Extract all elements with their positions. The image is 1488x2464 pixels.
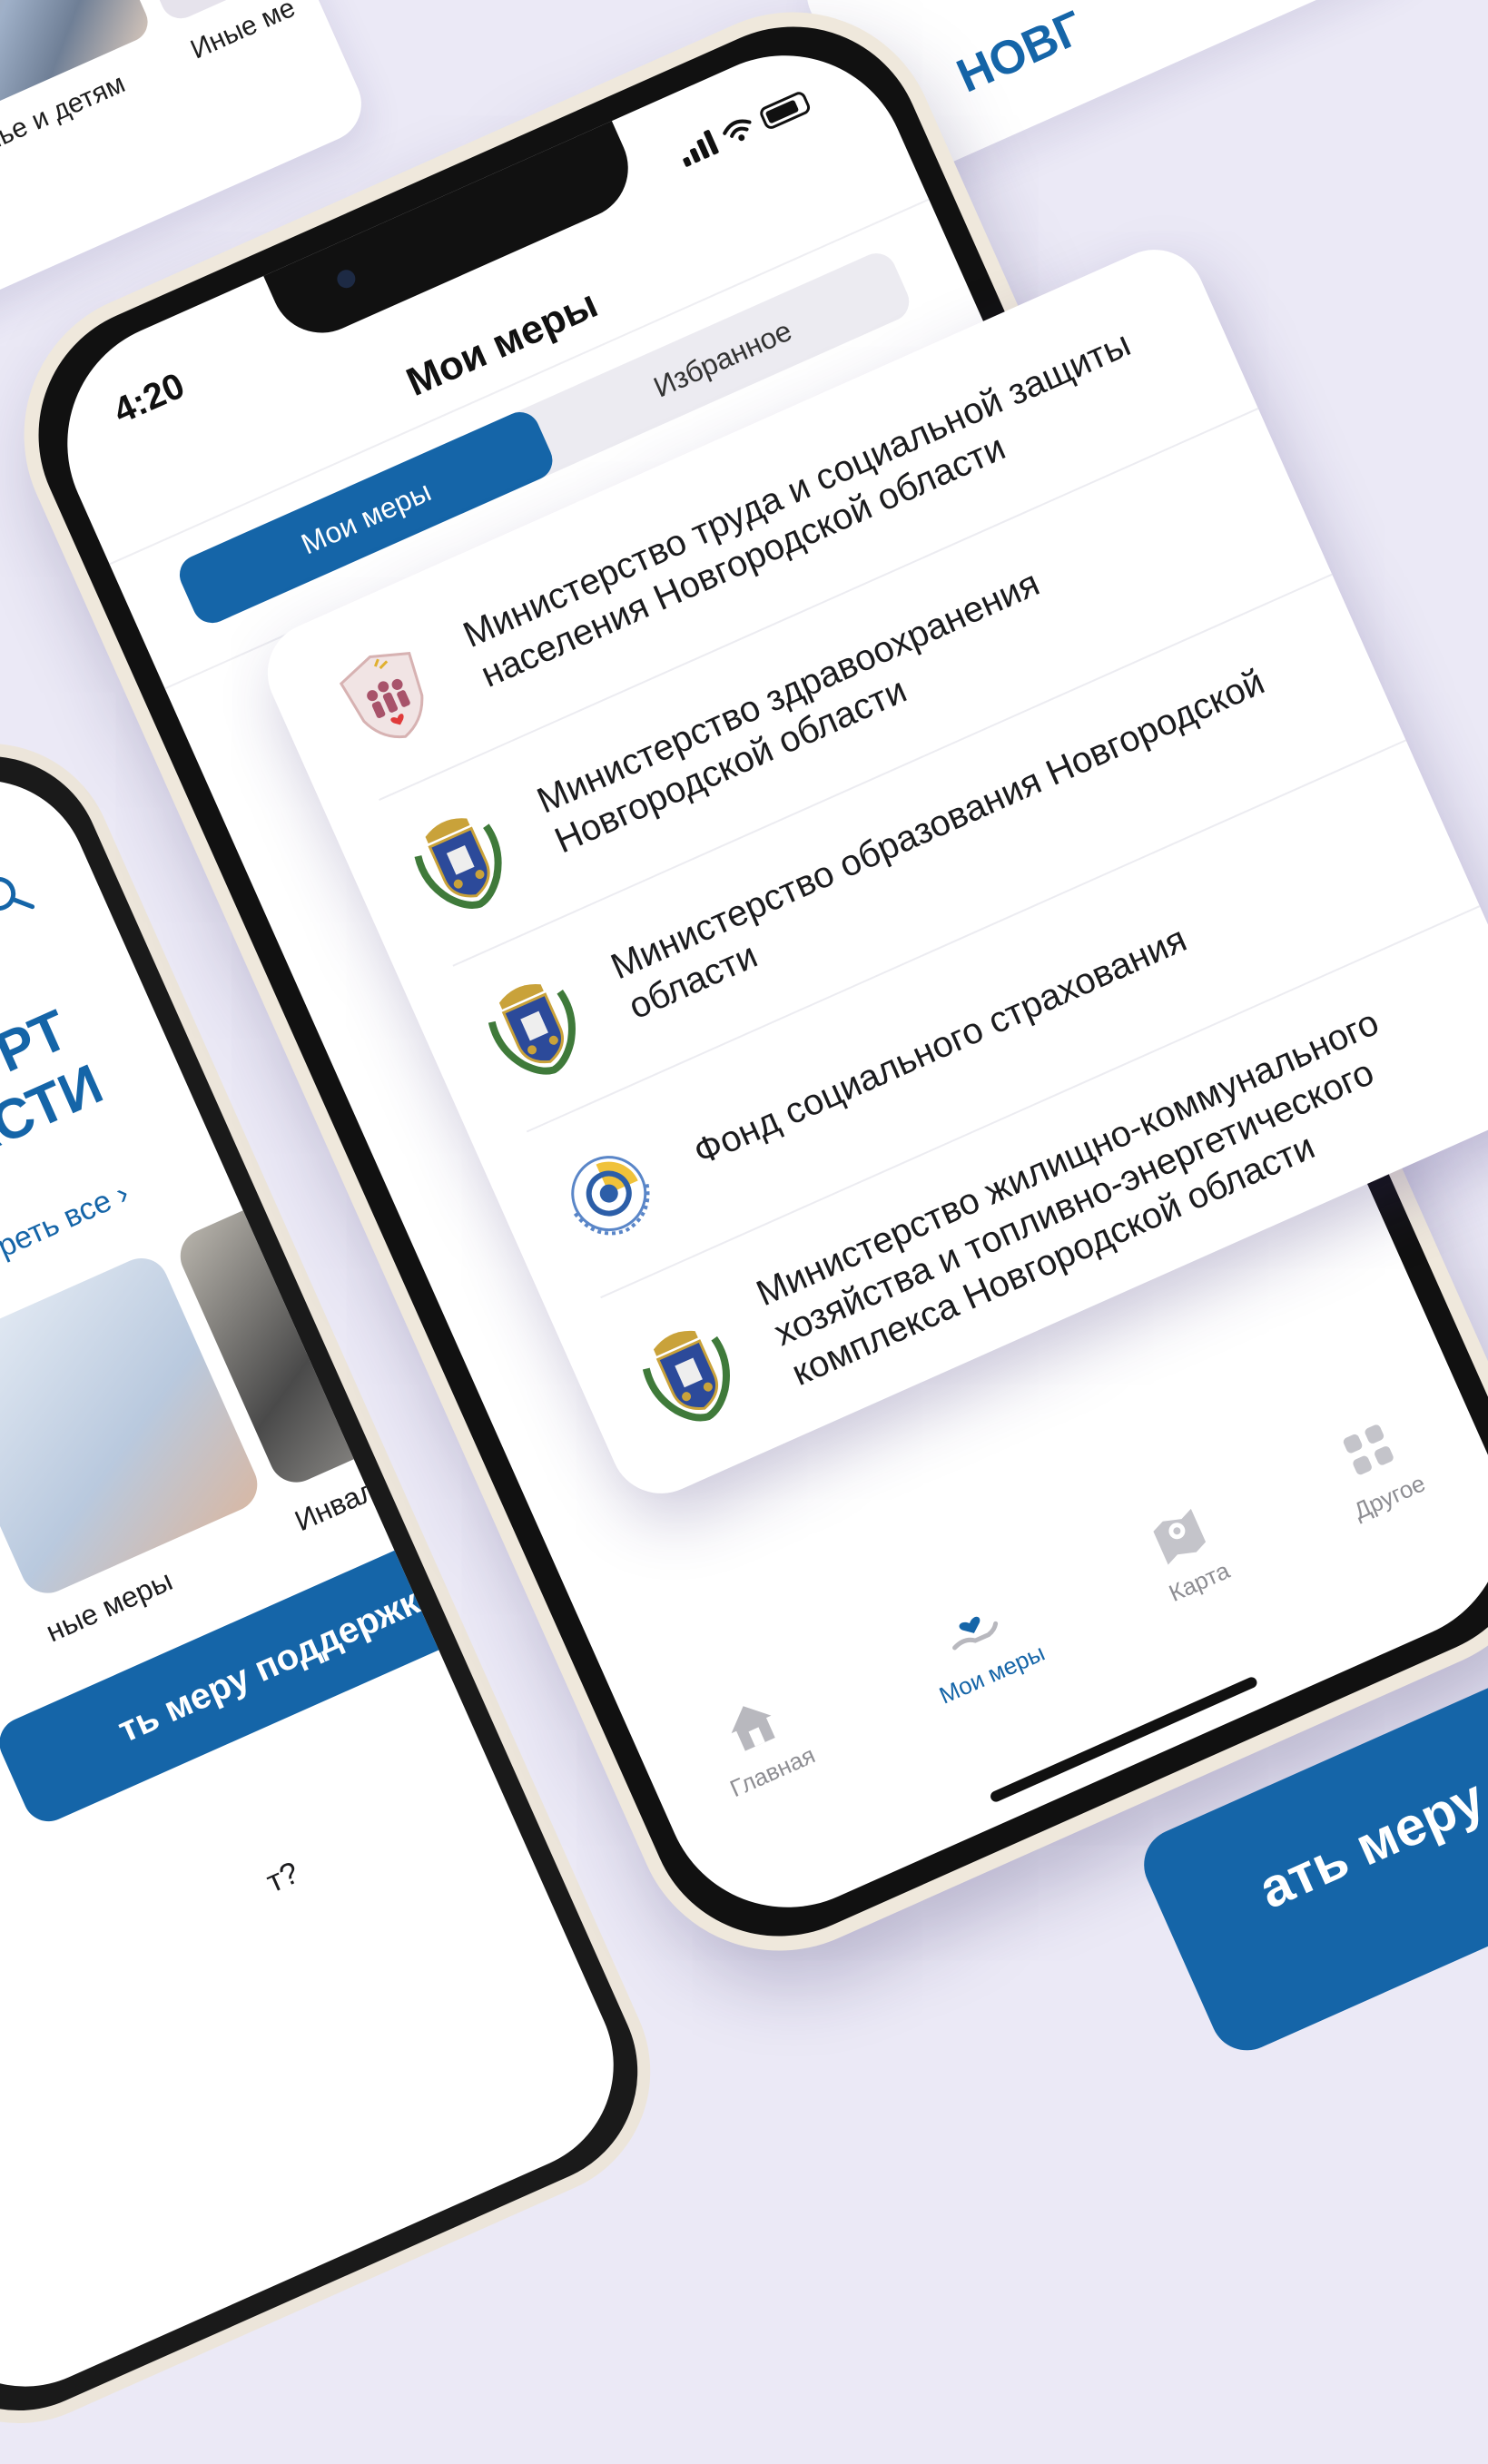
- novgorod-coat-of-arms-logo: [642, 1330, 730, 1422]
- map-icon: [1153, 1509, 1206, 1565]
- social-insurance-fund-logo: [571, 1156, 650, 1236]
- tab-map[interactable]: Карта: [1139, 1498, 1235, 1608]
- tab-map-label: Карта: [1164, 1556, 1234, 1607]
- tab-my-measures[interactable]: Мои меры: [910, 1581, 1049, 1710]
- region-title: НОВГ: [949, 1, 1091, 103]
- front-camera: [334, 267, 359, 291]
- novgorod-coat-of-arms-logo: [488, 983, 576, 1075]
- heart-hand-icon: [951, 1616, 998, 1651]
- battery-icon: [757, 89, 813, 132]
- chevron-right-icon: ›: [110, 1176, 134, 1212]
- status-time: 4:20: [107, 365, 191, 432]
- view-all-link[interactable]: отреть все ›: [0, 1176, 134, 1277]
- novgorod-coat-of-arms-logo: [414, 818, 502, 909]
- question-label: т?: [261, 1855, 305, 1900]
- home-icon: [731, 1706, 775, 1751]
- wifi-icon: [723, 119, 752, 142]
- signal-icon: [675, 129, 720, 168]
- tab-home[interactable]: Главная: [700, 1683, 819, 1804]
- chevron-right-icon[interactable]: ›: [510, 1663, 537, 1706]
- status-icons: [675, 88, 813, 168]
- social-protection-shield-logo: [339, 652, 424, 739]
- find-support-fragment-label: ать меру: [1249, 1767, 1488, 1920]
- tab-other[interactable]: Другое: [1324, 1411, 1430, 1525]
- search-icon[interactable]: [0, 863, 40, 931]
- grid-icon: [1343, 1424, 1394, 1475]
- view-all-label: отреть все: [0, 1183, 117, 1277]
